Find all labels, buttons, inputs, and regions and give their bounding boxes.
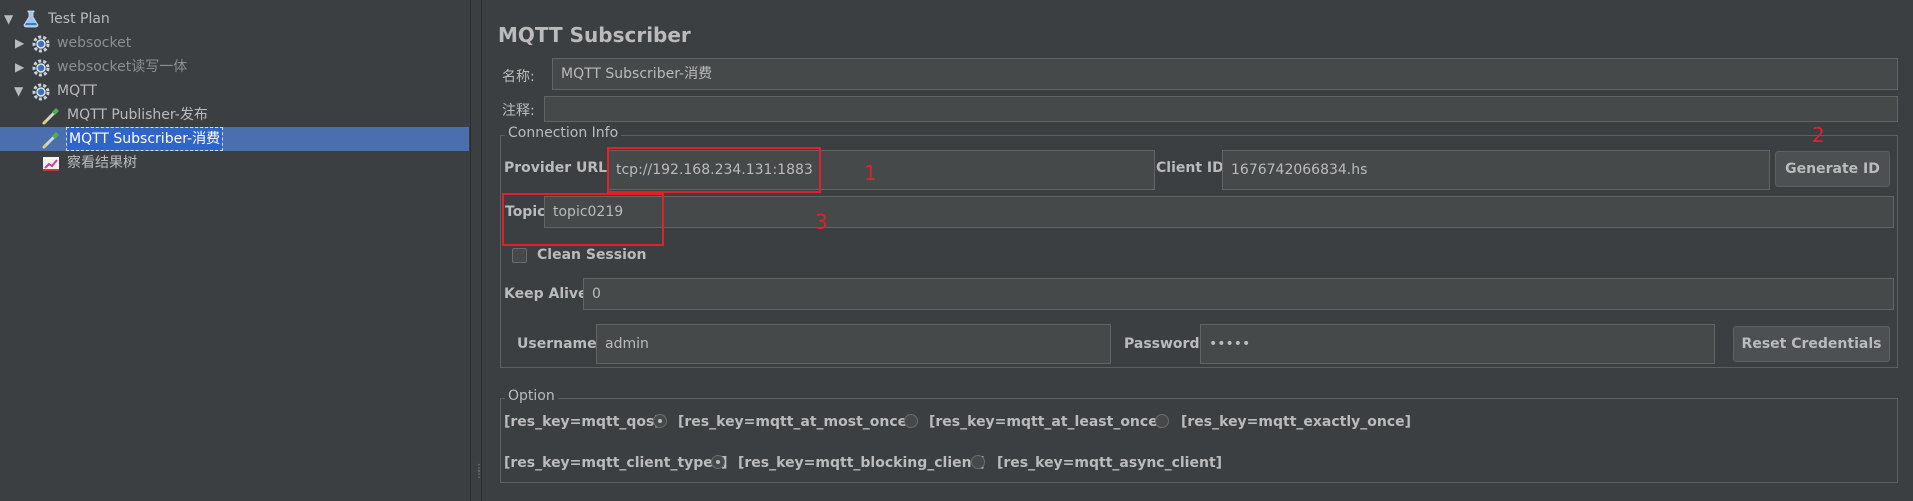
option-legend: Option [505,388,558,404]
test-plan-tree: ▼ Test Plan ▶ websocket ▶ websocket读写一体 … [0,0,470,501]
expand-arrow-icon[interactable]: ▶ [15,32,27,54]
tree-item-label: websocket [57,35,132,51]
connection-info-legend: Connection Info [505,125,622,141]
client-id-label: Client ID [1156,160,1224,176]
comment-label: 注释: [502,103,535,119]
expand-arrow-icon[interactable]: ▶ [15,56,27,78]
tree-item-label: Test Plan [48,11,110,27]
tree-item-label: 察看结果树 [67,155,137,171]
name-field[interactable]: MQTT Subscriber-消费 [552,58,1898,90]
flask-icon [22,10,40,28]
comment-field[interactable] [544,96,1898,122]
client-types-label: [res_key=mqtt_client_types] [504,455,728,471]
async-client-radio[interactable] [971,455,985,469]
annotation-number-3: 3 [815,210,828,234]
annotation-number-1: 1 [864,161,877,185]
reset-credentials-button[interactable]: Reset Credentials [1733,326,1890,362]
name-label: 名称: [502,69,535,85]
tree-item-label: MQTT [57,83,97,99]
chart-icon [41,154,59,172]
gear-icon [31,34,50,53]
qos-label: [res_key=mqtt_qos] [504,414,661,430]
qos-at-most-once-radio[interactable] [653,414,667,428]
blocking-client-label: [res_key=mqtt_blocking_client] [738,455,985,471]
pipette-icon [41,130,59,149]
tree-item-label: MQTT Subscriber-消费 [65,127,224,151]
clean-session-label: Clean Session [537,247,647,263]
annotation-box-provider-url [607,147,821,193]
qos-exactly-once-radio[interactable] [1155,414,1169,428]
async-client-label: [res_key=mqtt_async_client] [997,455,1223,471]
split-pane-divider[interactable]: ⋮ ⋮ [470,0,484,501]
qos-at-least-once-radio[interactable] [904,414,918,428]
expand-arrow-icon[interactable]: ▼ [4,8,16,30]
tree-item-label: websocket读写一体 [57,59,188,75]
gear-icon [31,82,50,101]
password-field[interactable]: ••••• [1200,324,1715,364]
page-title: MQTT Subscriber [498,23,691,47]
clean-session-checkbox[interactable] [512,248,527,263]
expand-arrow-icon[interactable]: ▼ [14,80,26,102]
qos-at-most-once-label: [res_key=mqtt_at_most_once] [678,414,914,430]
generate-id-button[interactable]: Generate ID [1775,151,1890,187]
username-field[interactable]: admin [596,324,1111,364]
keep-alive-label: Keep Alive [504,286,588,302]
blocking-client-radio[interactable] [711,455,725,469]
annotation-number-2: 2 [1812,123,1825,147]
client-id-field[interactable]: 1676742066834.hs [1222,150,1770,190]
qos-exactly-once-label: [res_key=mqtt_exactly_once] [1181,414,1412,430]
tree-item-label: MQTT Publisher-发布 [67,107,208,123]
qos-at-least-once-label: [res_key=mqtt_at_least_once] [929,414,1165,430]
password-label: Password [1124,336,1200,352]
annotation-box-topic [502,193,664,246]
keep-alive-field[interactable]: 0 [583,278,1894,310]
pipette-icon [41,106,59,125]
topic-field[interactable]: topic0219 [544,196,1894,228]
username-label: Username [517,336,597,352]
provider-url-label: Provider URL [504,160,608,176]
gear-icon [31,58,50,77]
